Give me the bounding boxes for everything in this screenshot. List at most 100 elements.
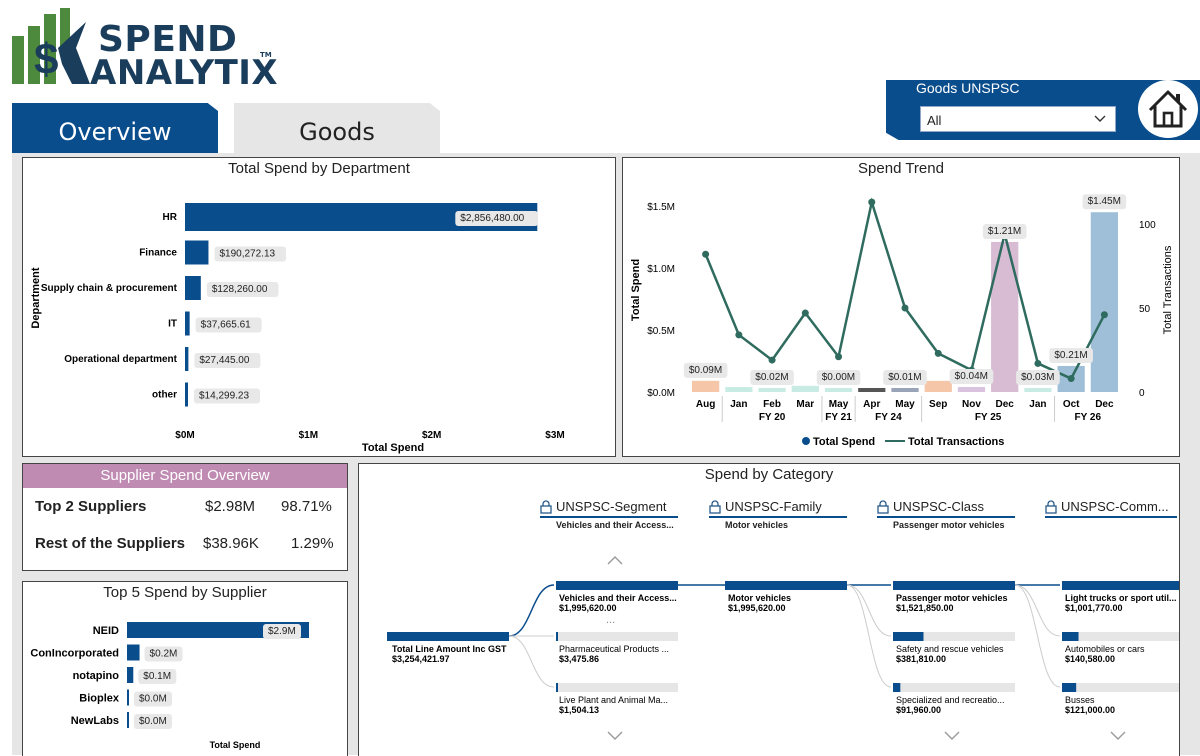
trend-xtick: Aug <box>696 399 715 410</box>
tree-node-label: Vehicles and their Access... <box>559 593 677 603</box>
tree-node-track <box>893 683 1015 692</box>
trend-y2tick: 100 <box>1139 220 1156 231</box>
tree-node-bar <box>1062 632 1079 641</box>
dept-bar <box>185 311 190 336</box>
tree-node-value: $381,810.00 <box>896 654 946 664</box>
tree-connector <box>1014 584 1061 688</box>
brand-line2: ANALYTIX <box>90 53 279 93</box>
tree-node-bar <box>1062 581 1179 590</box>
trend-xtick: May <box>895 399 915 410</box>
supplier-row-amount: $2.98M <box>205 498 256 515</box>
dept-bar <box>185 240 209 265</box>
dept-data-label: $27,445.00 <box>199 355 249 366</box>
tree-node-label: Light trucks or sport util... <box>1065 593 1177 603</box>
top5-supplier-label: NewLabs <box>71 715 119 727</box>
dept-ylabel: Department <box>30 267 42 328</box>
dept-bar <box>185 382 188 407</box>
trend-ytick: $0.5M <box>647 326 675 337</box>
trend-bar <box>924 380 952 392</box>
tree-connector <box>508 635 555 688</box>
tree-node-track <box>556 632 678 641</box>
trend-xtick: Mar <box>796 399 814 410</box>
trend-group-label: FY 26 <box>1075 412 1102 423</box>
tree-root-bar <box>387 632 509 641</box>
decomposition-tree: Total Line Amount Inc GST$3,254,421.97 Ve… <box>387 556 1179 740</box>
trend-transactions-point <box>1067 375 1075 383</box>
trend-bar <box>824 388 853 392</box>
scroll-up-icon <box>607 556 623 565</box>
tree-node-label: Specialized and recreatio... <box>896 695 1005 705</box>
trend-ytick: $1.5M <box>647 202 675 213</box>
tree-node-track <box>1062 683 1179 692</box>
legend-transactions: Total Transactions <box>908 436 1004 448</box>
trend-y2tick: 50 <box>1139 304 1151 315</box>
top5-bar <box>127 644 140 661</box>
tree-node-label: Safety and rescue vehicles <box>896 644 1004 654</box>
trend-chart-card: Spend Trend Total Spend Total Transactio… <box>622 157 1180 457</box>
legend-spend-swatch <box>802 437 810 445</box>
trend-transactions-point <box>901 304 909 312</box>
brand-tm: TM <box>260 51 272 59</box>
trend-data-label: $0.21M <box>1054 350 1087 361</box>
tree-root-label: Total Line Amount Inc GST <box>392 644 507 654</box>
trend-xtick: Dec <box>996 399 1015 410</box>
trend-data-label: $1.45M <box>1088 196 1121 207</box>
tree-connector <box>846 584 892 688</box>
tree-node-label: Automobiles or cars <box>1065 644 1145 654</box>
trend-group-label: FY 25 <box>975 412 1002 423</box>
tree-root-value: $3,254,421.97 <box>392 654 450 664</box>
tree-node-value: $1,995,620.00 <box>728 603 786 613</box>
trend-ylabel-left: Total Spend <box>630 259 642 321</box>
legend-spend: Total Spend <box>813 436 875 448</box>
supplier-overview-title: Supplier Spend Overview <box>23 464 347 488</box>
tab-goods[interactable]: Goods <box>234 103 440 153</box>
top5-data-label: $0.0M <box>139 716 167 727</box>
tree-node-value: $1,521,850.00 <box>896 603 954 613</box>
tab-overview[interactable]: Overview <box>12 103 218 153</box>
trend-xtick: Dec <box>1095 399 1114 410</box>
trend-transactions-point <box>735 331 743 339</box>
top5-supplier-label: notapino <box>73 670 120 682</box>
dept-category-label: other <box>152 390 177 401</box>
trend-xtick: Feb <box>763 399 781 410</box>
trend-xtick: Nov <box>962 399 981 410</box>
trend-transactions-point <box>768 356 776 364</box>
trend-bar <box>1024 388 1052 392</box>
trend-data-label: $0.01M <box>888 372 921 383</box>
dept-category-label: Finance <box>139 248 177 259</box>
dropdown-value: All <box>927 113 942 128</box>
trend-group-label: FY 20 <box>759 412 786 423</box>
trend-xtick: Apr <box>863 399 880 410</box>
trend-y2tick: 0 <box>1139 388 1145 399</box>
trend-xtick: Jan <box>1029 399 1046 410</box>
trend-bar <box>791 385 819 392</box>
trend-bar <box>1090 212 1118 392</box>
top5-bar <box>127 667 134 683</box>
dept-chart: Department Total Spend $0M $1M $2M $3M HR $2,… <box>30 203 565 454</box>
tree-node-track <box>556 683 678 692</box>
chevron-down-icon <box>1094 115 1106 122</box>
trend-data-label: $0.03M <box>1021 372 1054 383</box>
tree-node-bar <box>556 683 558 692</box>
dept-category-label: IT <box>168 319 177 330</box>
top5-xlabel: Total Spend <box>210 740 261 750</box>
trend-bar <box>957 387 986 392</box>
top5-supplier-label: Bioplex <box>79 693 120 705</box>
trend-data-label: $0.02M <box>755 372 788 383</box>
top5-supplier-label: ConIncorporated <box>30 648 119 660</box>
tree-node-value: $121,000.00 <box>1065 705 1115 715</box>
home-button[interactable] <box>1138 80 1198 138</box>
trend-bar <box>725 387 753 392</box>
dept-data-label: $2,856,480.00 <box>460 213 524 224</box>
dept-bar <box>185 347 189 371</box>
trend-xtick: Oct <box>1063 399 1080 410</box>
trend-ylabel-right: Total Transactions <box>1162 245 1174 334</box>
trend-ytick: $0.0M <box>647 388 675 399</box>
top5-data-label: $0.1M <box>143 671 171 682</box>
tree-node-bar <box>1062 683 1077 692</box>
goods-unspsc-dropdown[interactable]: All <box>920 106 1116 132</box>
top5-bar <box>127 712 129 728</box>
scroll-down-icon <box>607 731 623 740</box>
filter-label: Goods UNSPSC <box>916 80 1020 96</box>
tree-connector <box>846 584 892 637</box>
